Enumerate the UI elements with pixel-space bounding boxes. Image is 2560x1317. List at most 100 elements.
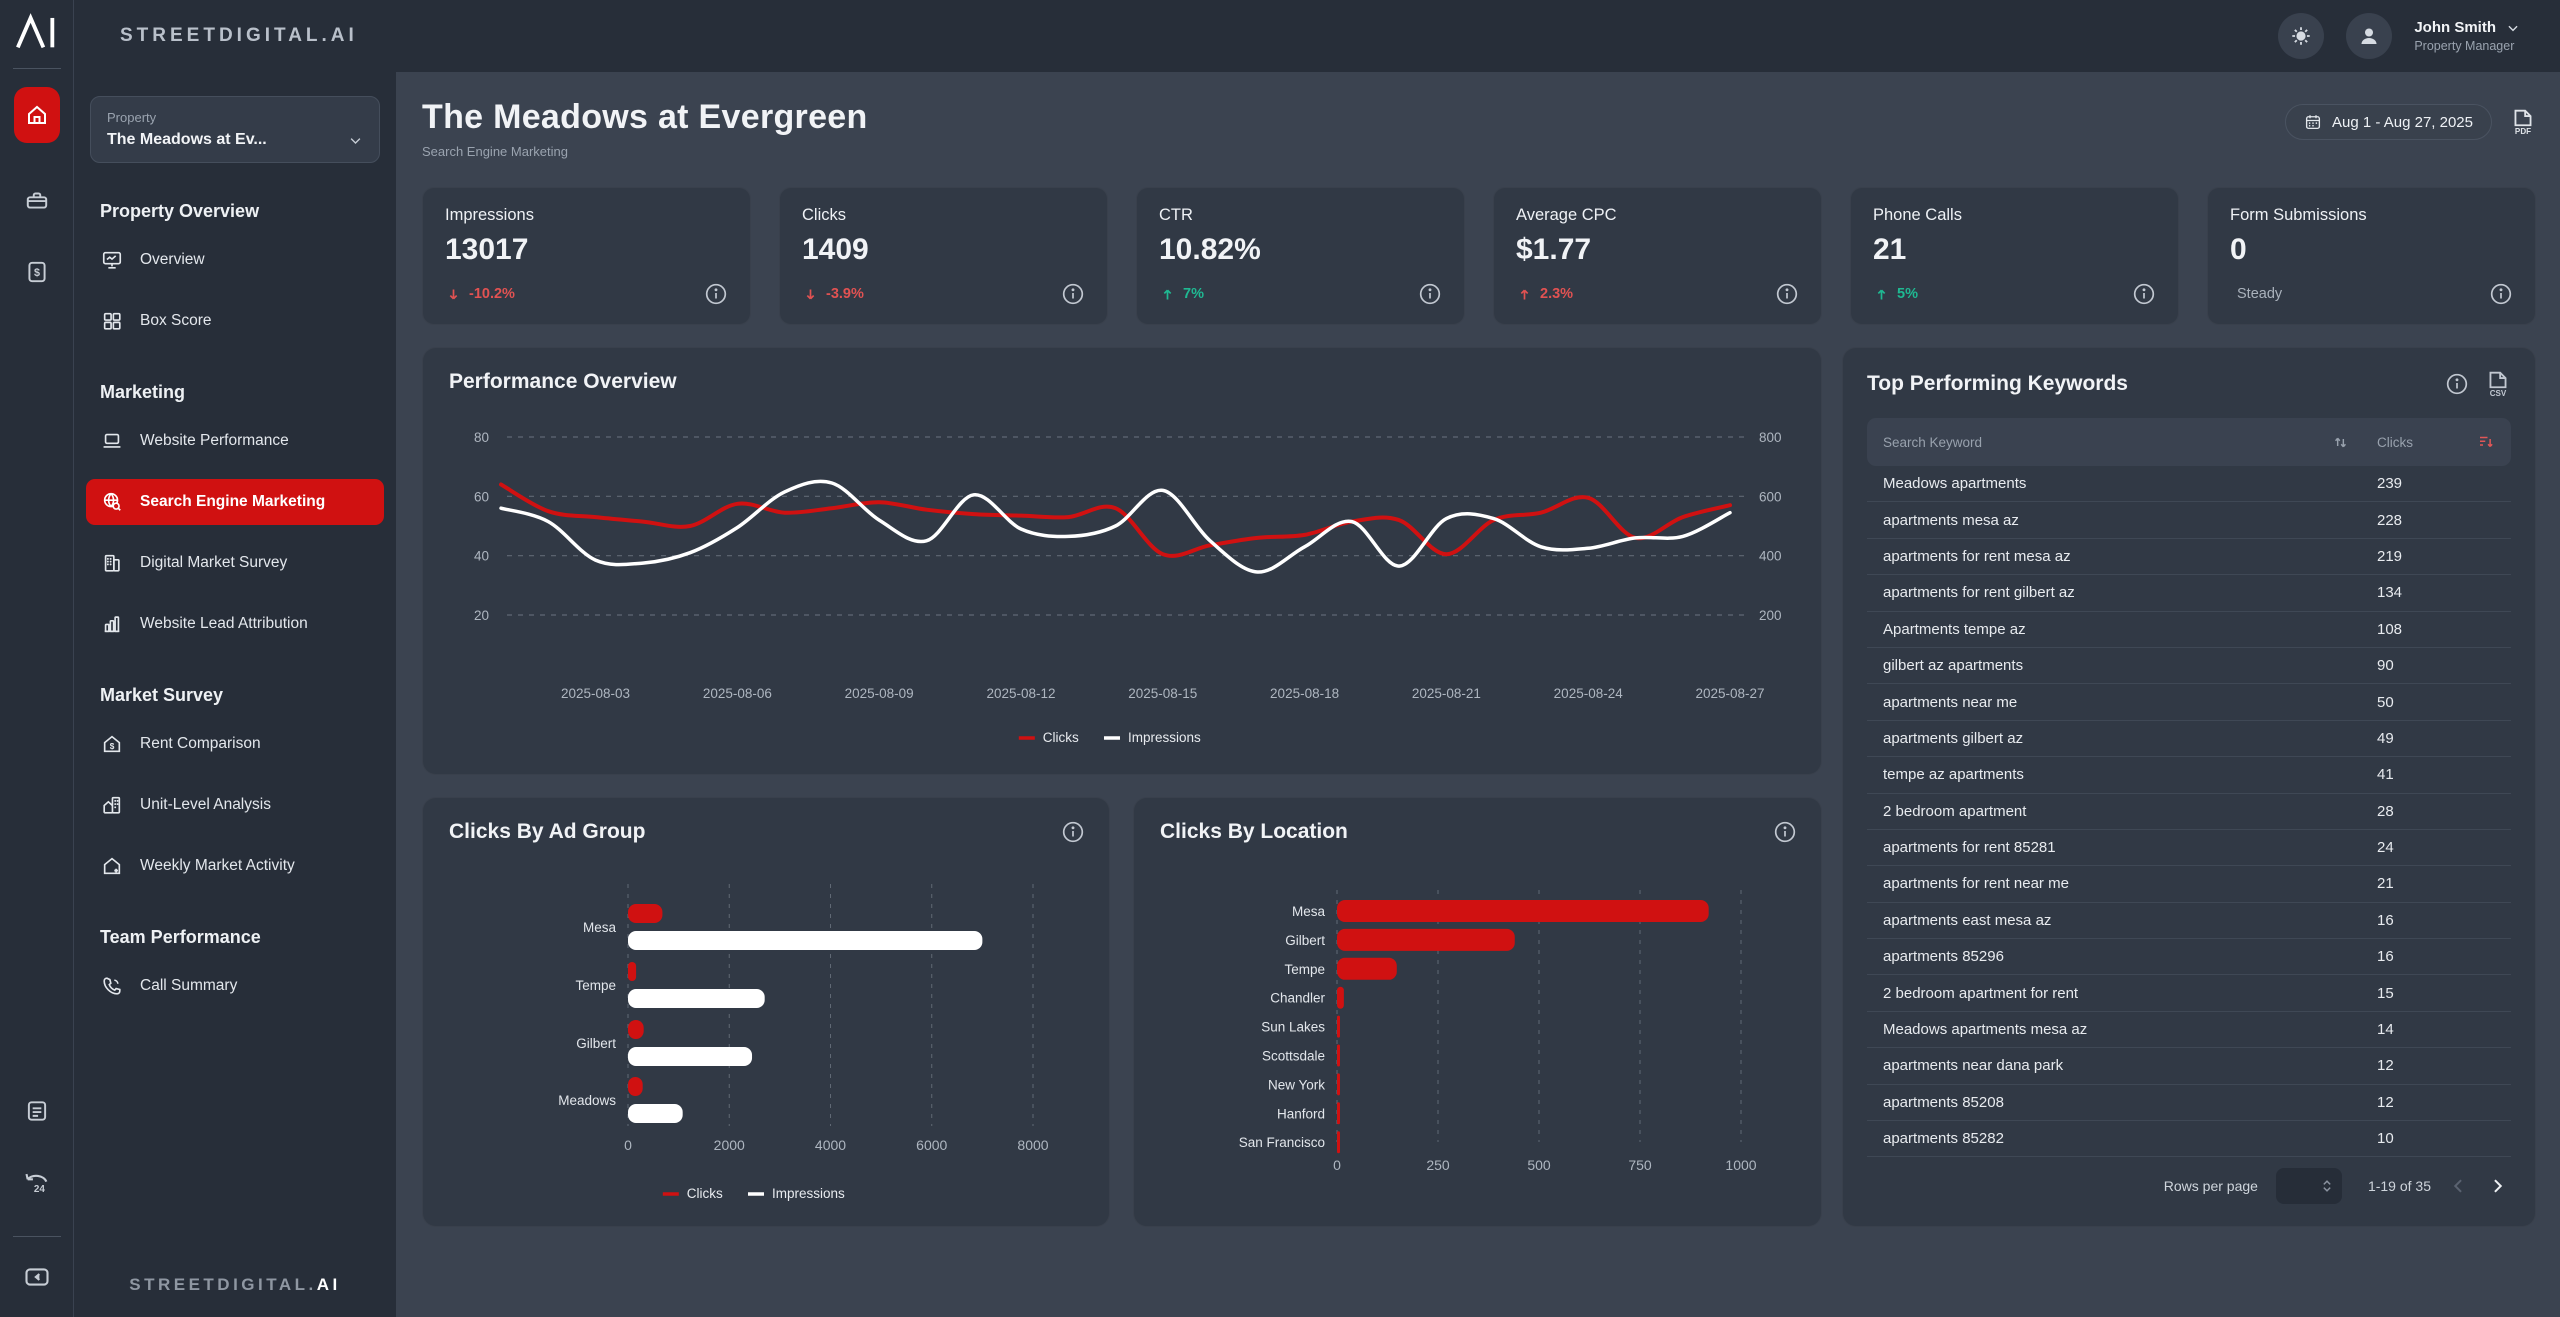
chevron-down-icon <box>2506 21 2520 35</box>
home-nav-button[interactable] <box>14 87 60 143</box>
svg-text:Chandler: Chandler <box>1270 991 1325 1006</box>
col-search-keyword[interactable]: Search Keyword <box>1883 435 2332 450</box>
svg-text:2025-08-09: 2025-08-09 <box>845 686 914 701</box>
prev-page-button[interactable] <box>2449 1176 2469 1196</box>
keywords-title: Top Performing Keywords <box>1867 372 2128 396</box>
pdf-export-button[interactable]: PDF <box>2510 108 2536 136</box>
sort-icon[interactable] <box>2332 434 2349 451</box>
theme-toggle-button[interactable] <box>2278 13 2324 59</box>
keyword-row[interactable]: Meadows apartments mesa az14 <box>1867 1012 2511 1048</box>
date-range-button[interactable]: Aug 1 - Aug 27, 2025 <box>2285 104 2492 140</box>
sidebar-item-rent-comparison[interactable]: $ Rent Comparison <box>86 721 384 767</box>
clicks-cell: 41 <box>2377 766 2495 783</box>
keyword-row[interactable]: apartments 8528210 <box>1867 1121 2511 1157</box>
overview-icon <box>101 249 123 271</box>
kpi-card: Clicks 1409 -3.9% <box>779 187 1108 325</box>
sidebar-item-website-lead-attribution[interactable]: Website Lead Attribution <box>86 601 384 647</box>
clicks-cell: 21 <box>2377 875 2495 892</box>
property-selector[interactable]: Property The Meadows at Ev... <box>90 96 380 163</box>
sidebar-item-search-engine-marketing[interactable]: Search Engine Marketing <box>86 479 384 525</box>
keyword-row[interactable]: apartments near me50 <box>1867 684 2511 720</box>
svg-text:250: 250 <box>1426 1157 1450 1173</box>
briefcase-icon[interactable] <box>24 187 50 213</box>
icon-rail: $ 24 <box>0 0 74 1317</box>
refresh-24-icon[interactable]: 24 <box>23 1170 51 1198</box>
svg-text:6000: 6000 <box>916 1137 947 1153</box>
sidebar-item-overview[interactable]: Overview <box>86 237 384 283</box>
sort-desc-icon[interactable] <box>2477 433 2495 451</box>
keyword-cell: gilbert az apartments <box>1883 657 2377 674</box>
kpi-card: CTR 10.82% 7% <box>1136 187 1465 325</box>
keyword-row[interactable]: apartments for rent near me21 <box>1867 866 2511 902</box>
invoice-icon[interactable]: $ <box>24 259 50 285</box>
keyword-row[interactable]: tempe az apartments41 <box>1867 757 2511 793</box>
keywords-header-row[interactable]: Search Keyword Clicks <box>1867 418 2511 466</box>
info-icon[interactable] <box>2489 282 2513 306</box>
keyword-row[interactable]: Apartments tempe az108 <box>1867 612 2511 648</box>
keyword-row[interactable]: apartments for rent 8528124 <box>1867 830 2511 866</box>
info-icon[interactable] <box>2132 282 2156 306</box>
info-icon[interactable] <box>704 282 728 306</box>
rows-per-page-select[interactable] <box>2276 1168 2342 1204</box>
svg-text:Meadows: Meadows <box>558 1093 616 1108</box>
keyword-row[interactable]: apartments for rent gilbert az134 <box>1867 575 2511 611</box>
sidebar-item-call-summary[interactable]: Call Summary <box>86 963 384 1009</box>
chevron-down-icon <box>348 133 363 148</box>
svg-text:Impressions: Impressions <box>1128 730 1201 745</box>
info-icon[interactable] <box>2445 372 2469 396</box>
svg-text:Clicks: Clicks <box>1043 730 1079 745</box>
keywords-pagination: Rows per page 1-19 of 35 <box>1867 1162 2511 1208</box>
keyword-row[interactable]: Meadows apartments239 <box>1867 466 2511 502</box>
kpi-delta: 5% <box>1873 286 1918 303</box>
chart-title: Clicks By Location <box>1160 820 1348 844</box>
svg-text:Tempe: Tempe <box>1284 962 1325 977</box>
next-page-button[interactable] <box>2487 1176 2507 1196</box>
kpi-delta-text: 7% <box>1183 286 1204 302</box>
kpi-arrow-icon <box>445 286 462 303</box>
info-icon[interactable] <box>1773 820 1797 844</box>
csv-export-button[interactable]: CSV <box>2485 370 2511 398</box>
sidebar-item-unit-level-analysis[interactable]: Unit-Level Analysis <box>86 782 384 828</box>
info-icon[interactable] <box>1061 282 1085 306</box>
kpi-arrow-icon <box>1873 286 1890 303</box>
performance-chart: 808006060040400202002025-08-032025-08-06… <box>423 348 1821 774</box>
report-document-icon[interactable] <box>24 1098 50 1124</box>
col-clicks[interactable]: Clicks <box>2377 435 2413 450</box>
keyword-row[interactable]: apartments 8520812 <box>1867 1085 2511 1121</box>
keyword-row[interactable]: apartments near dana park12 <box>1867 1048 2511 1084</box>
keyword-row[interactable]: apartments mesa az228 <box>1867 502 2511 538</box>
sidebar-item-website-performance[interactable]: Website Performance <box>86 418 384 464</box>
clicks-cell: 12 <box>2377 1057 2495 1074</box>
info-icon[interactable] <box>1418 282 1442 306</box>
keyword-row[interactable]: gilbert az apartments90 <box>1867 648 2511 684</box>
keyword-cell: tempe az apartments <box>1883 766 2377 783</box>
clicks-cell: 28 <box>2377 803 2495 820</box>
keywords-table-body: Meadows apartments239apartments mesa az2… <box>1867 466 2511 1157</box>
keyword-row[interactable]: apartments 8529616 <box>1867 939 2511 975</box>
sidebar-item-weekly-market-activity[interactable]: Weekly Market Activity <box>86 843 384 889</box>
info-icon[interactable] <box>1775 282 1799 306</box>
keyword-row[interactable]: apartments gilbert az49 <box>1867 721 2511 757</box>
svg-text:Hanford: Hanford <box>1277 1106 1325 1121</box>
keyword-row[interactable]: 2 bedroom apartment28 <box>1867 794 2511 830</box>
sidebar-item-digital-market-survey[interactable]: Digital Market Survey <box>86 540 384 586</box>
svg-text:Scottsdale: Scottsdale <box>1262 1049 1325 1064</box>
keyword-cell: apartments east mesa az <box>1883 912 2377 929</box>
collapse-sidebar-icon[interactable] <box>23 1263 51 1291</box>
keyword-row[interactable]: apartments for rent mesa az219 <box>1867 539 2511 575</box>
clicks-by-ad-group-card: Clicks By Ad Group 02000400060008000Mesa… <box>422 797 1110 1227</box>
sidebar-item-label: Overview <box>140 251 205 269</box>
kpi-arrow-icon <box>1159 286 1176 303</box>
kpi-delta-text: 2.3% <box>1540 286 1573 302</box>
keyword-row[interactable]: apartments east mesa az16 <box>1867 903 2511 939</box>
kpi-card: Form Submissions 0 Steady <box>2207 187 2536 325</box>
svg-text:2025-08-03: 2025-08-03 <box>561 686 630 701</box>
kpi-delta: -10.2% <box>445 286 515 303</box>
svg-text:2025-08-24: 2025-08-24 <box>1554 686 1624 701</box>
keyword-row[interactable]: 2 bedroom apartment for rent15 <box>1867 975 2511 1011</box>
user-avatar[interactable] <box>2346 13 2392 59</box>
info-icon[interactable] <box>1061 820 1085 844</box>
svg-text:400: 400 <box>1759 549 1782 564</box>
sidebar-item-box-score[interactable]: Box Score <box>86 298 384 344</box>
user-menu[interactable]: John Smith <box>2414 19 2520 36</box>
